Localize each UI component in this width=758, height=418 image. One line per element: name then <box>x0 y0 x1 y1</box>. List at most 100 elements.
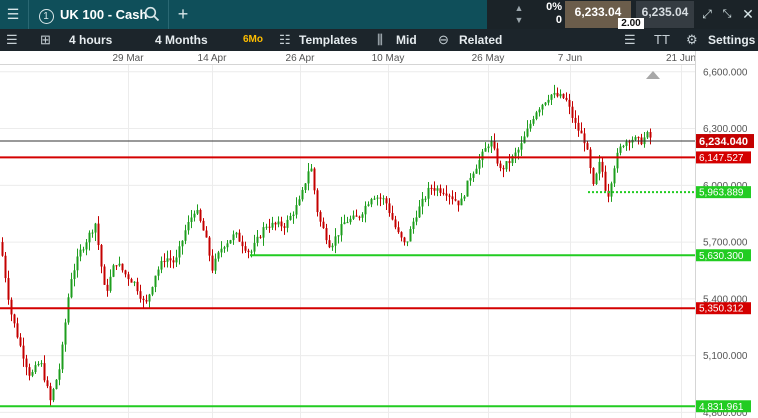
candle-body <box>295 205 298 215</box>
related-button[interactable]: Related <box>459 29 502 51</box>
candle-body <box>442 192 445 194</box>
menu-icon[interactable]: ☰ <box>4 0 22 29</box>
candle-body <box>172 260 175 263</box>
search-icon[interactable] <box>143 0 161 29</box>
candle-body <box>397 227 400 233</box>
candle-body <box>496 148 499 164</box>
candle-body <box>571 106 574 118</box>
price-chart[interactable]: 29 Mar 14 Apr 26 Apr 10 May 26 May 7 Jun 21 Ju… <box>0 51 758 418</box>
y-tick-label: 5,100.000 <box>703 351 748 362</box>
chart-canvas[interactable]: 29 Mar 14 Apr 26 Apr 10 May 26 May 7 Jun 21 Ju… <box>0 51 758 418</box>
chart-toolbar: ☰ ⊞ 4 hours 4 Months 6Mo ☷ Templates ⫼ M… <box>0 29 758 51</box>
range-select[interactable]: 4 Months <box>155 29 208 51</box>
candle-body <box>577 122 580 131</box>
candle-body <box>319 212 322 222</box>
candle-body <box>388 203 391 214</box>
collapse-icon[interactable]: ⤡ <box>720 0 734 29</box>
candle-body <box>64 322 67 345</box>
x-tick-label: 21 Jun <box>666 53 696 64</box>
candle-body <box>526 128 529 137</box>
candle-body <box>7 278 10 300</box>
candle-body <box>136 281 139 292</box>
price-type-select[interactable]: Mid <box>396 29 417 51</box>
range-badge[interactable]: 6Mo <box>243 29 263 51</box>
candle-body <box>115 265 118 267</box>
candle-body <box>373 198 376 200</box>
candle-body <box>169 258 172 261</box>
candle-body <box>61 344 64 370</box>
candle-body <box>598 161 601 174</box>
candle-body <box>337 235 340 237</box>
info-icon[interactable]: 1 <box>37 0 55 29</box>
candle-body <box>424 198 427 200</box>
candle-body <box>346 222 349 224</box>
candle-body <box>616 152 619 169</box>
divider <box>168 0 169 29</box>
candle-body <box>415 217 418 222</box>
candle-body <box>556 92 559 97</box>
candle-body <box>238 232 241 242</box>
expand-icon[interactable]: ⤢ <box>698 0 716 29</box>
candle-body <box>583 133 586 144</box>
candle-body <box>67 297 70 323</box>
candle-body <box>130 279 133 283</box>
candle-body <box>562 93 565 98</box>
layout-grid-icon[interactable]: ⊞ <box>40 29 51 51</box>
candle-body <box>553 92 556 95</box>
candle-body <box>160 260 163 270</box>
candle-body <box>94 223 97 233</box>
candle-body <box>457 200 460 206</box>
x-tick-label: 26 Apr <box>286 53 316 64</box>
templates-button[interactable]: Templates <box>299 29 357 51</box>
candle-body <box>298 199 301 206</box>
font-size-icon[interactable]: TT <box>654 29 670 51</box>
candle-body <box>538 109 541 113</box>
candle-body <box>28 367 31 376</box>
notes-icon[interactable]: ☰ <box>624 29 636 51</box>
candle-body <box>355 215 358 217</box>
change-percent: 0% 0 <box>536 1 562 27</box>
candle-body <box>184 230 187 241</box>
candle-body <box>565 97 568 100</box>
candle-body <box>307 171 310 184</box>
change-points-value: 0 <box>555 14 562 26</box>
candle-body <box>472 173 475 178</box>
list-icon[interactable]: ☰ <box>6 29 18 51</box>
add-tab-icon[interactable]: + <box>174 0 192 29</box>
candle-body <box>235 232 238 235</box>
candle-body <box>25 358 28 368</box>
candle-body <box>634 137 637 140</box>
candle-body <box>613 168 616 184</box>
candle-body <box>619 146 622 153</box>
candle-body <box>247 250 250 253</box>
templates-icon[interactable]: ☷ <box>279 29 291 51</box>
candle-body <box>646 131 649 138</box>
related-icon[interactable]: ⊖ <box>438 29 449 51</box>
buy-button[interactable]: 6,235.04 <box>636 1 694 28</box>
spread-value: 2.00 <box>618 18 644 29</box>
candle-body <box>157 269 160 276</box>
candle-body <box>406 241 409 243</box>
candle-body <box>412 221 415 230</box>
instrument-title[interactable]: UK 100 - Cash <box>60 0 147 29</box>
candle-body <box>223 247 226 249</box>
candle-body <box>493 140 496 149</box>
settings-button[interactable]: Settings <box>708 29 755 51</box>
candle-body <box>43 363 46 381</box>
candle-body <box>349 218 352 223</box>
interval-select[interactable]: 4 hours <box>69 29 112 51</box>
settings-icon[interactable]: ⚙ <box>686 29 698 51</box>
candle-body <box>289 216 292 220</box>
candle-body <box>622 145 625 147</box>
candle-body <box>352 215 355 219</box>
candle-body <box>193 213 196 218</box>
candles-icon[interactable]: ⫼ <box>377 29 383 51</box>
divider <box>28 0 29 29</box>
close-icon[interactable]: ✕ <box>740 0 756 29</box>
candle-body <box>178 246 181 258</box>
candle-body <box>262 227 265 238</box>
candle-body <box>229 240 232 244</box>
candle-body <box>265 226 268 228</box>
candle-body <box>37 363 40 366</box>
candle-body <box>517 149 520 153</box>
